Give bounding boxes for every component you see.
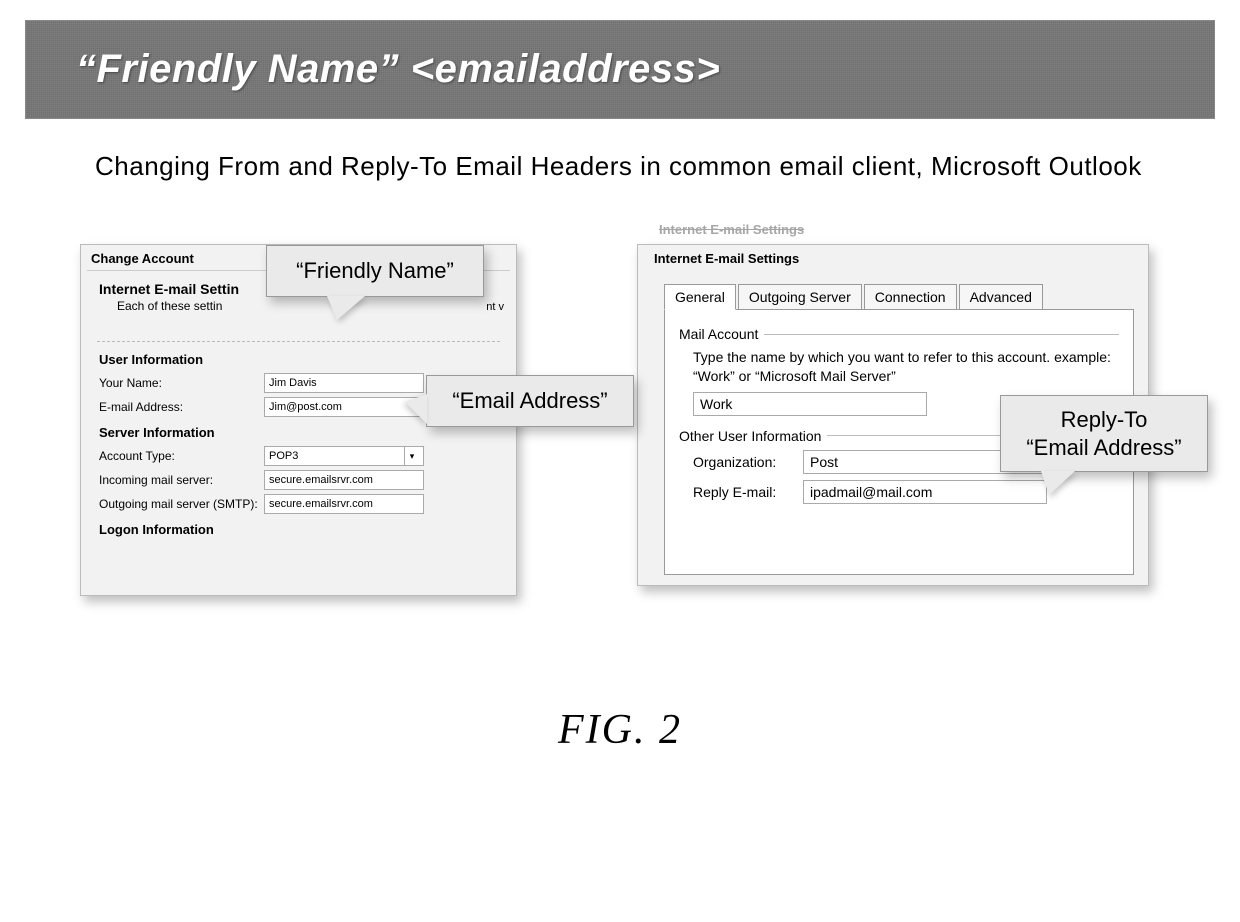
figure-label: FIG. 2 [0,706,1240,754]
incoming-field[interactable]: secure.emailsrvr.com [264,470,424,490]
group-logon-info: Logon Information [87,516,510,541]
mail-account-name-field[interactable]: Work [693,392,927,416]
change-account-dialog: Change Account Internet E-mail Settin Ea… [80,244,517,596]
tab-strip: General Outgoing Server Connection Advan… [664,284,1134,310]
tab-advanced[interactable]: Advanced [959,284,1043,310]
panels-row: Change Account Internet E-mail Settin Ea… [80,244,1190,596]
callout-reply-line2: “Email Address” [1009,434,1199,462]
account-type-select[interactable]: POP3 ▾ [264,446,424,466]
email-label: E-mail Address: [99,400,264,414]
callout-reply-to: Reply-To “Email Address” [1000,395,1208,472]
callout-friendly-name: “Friendly Name” [266,245,484,297]
callout-email-text: “Email Address” [452,388,607,413]
email-field[interactable]: Jim@post.com [264,397,424,417]
window-title: Internet E-mail Settings [638,245,1148,270]
section-heading: Internet E-mail Settin [87,277,257,299]
tab-general[interactable]: General [664,284,736,310]
tab-connection[interactable]: Connection [864,284,957,310]
your-name-field[interactable]: Jim Davis [264,373,424,393]
section-subheading: Each of these settin [87,299,257,321]
clipped-text: nt v [486,301,504,313]
title-banner: “Friendly Name” <emailaddress> [25,20,1215,119]
group-user-info: User Information [87,346,510,371]
reply-email-label: Reply E-mail: [693,484,803,500]
organization-label: Organization: [693,454,803,470]
page-caption: Changing From and Reply-To Email Headers… [95,149,1180,184]
chevron-down-icon[interactable]: ▾ [404,447,419,465]
tab-outgoing-server[interactable]: Outgoing Server [738,284,862,310]
ghost-window-title: Internet E-mail Settings [659,222,804,237]
your-name-label: Your Name: [99,376,264,390]
account-type-label: Account Type: [99,449,264,463]
banner-title: “Friendly Name” <emailaddress> [76,47,1184,92]
outgoing-label: Outgoing mail server (SMTP): [99,497,264,511]
callout-reply-line1: Reply-To [1009,406,1199,434]
callout-email-address: “Email Address” [426,375,634,427]
internet-email-settings-dialog: Internet E-mail Settings General Outgoin… [637,244,1149,586]
legend-mail-account: Mail Account [679,326,758,342]
outgoing-field[interactable]: secure.emailsrvr.com [264,494,424,514]
mail-account-desc: Type the name by which you want to refer… [693,348,1119,386]
callout-friendly-text: “Friendly Name” [296,258,454,283]
legend-other-user-info: Other User Information [679,428,821,444]
reply-email-field[interactable]: ipadmail@mail.com [803,480,1047,504]
incoming-label: Incoming mail server: [99,473,264,487]
account-type-value: POP3 [269,447,298,465]
